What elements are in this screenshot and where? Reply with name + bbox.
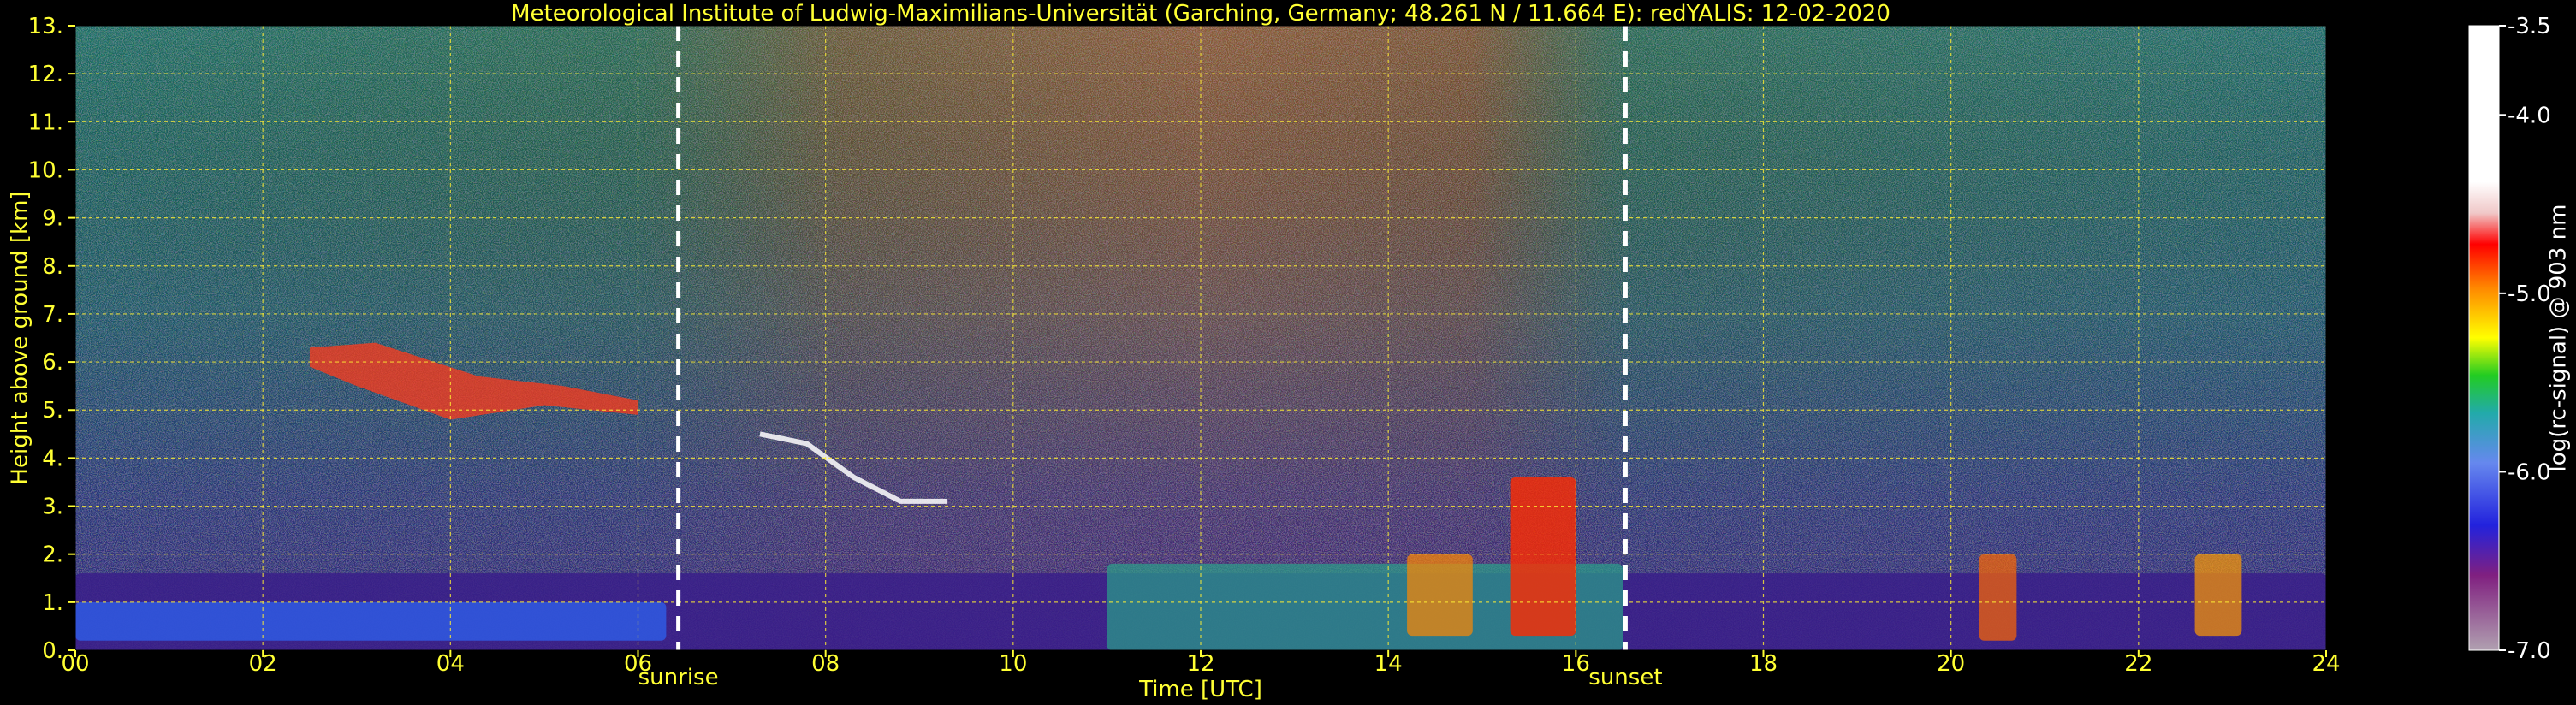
x-tick-label: 24 [2312,651,2340,677]
colorbar-tick-label: -4.0 [2508,103,2551,128]
y-tick-label: 0. [42,638,63,664]
x-tick-label: 16 [1562,651,1590,677]
x-tick-label: 14 [1374,651,1403,677]
plume-3 [1979,554,2017,641]
x-tick-label: 04 [436,651,465,677]
aerosol-layer [75,601,667,641]
plume-1 [1407,554,1473,637]
colorbar-tick-label: -6.0 [2508,459,2551,485]
x-tick-label: 08 [811,651,840,677]
x-tick-label: 00 [61,651,89,677]
chart-title: Meteorological Institute of Ludwig-Maxim… [511,1,1890,27]
y-tick-label: 5. [42,398,63,424]
y-tick-label: 10. [28,157,63,183]
y-tick-label: 2. [42,542,63,568]
y-tick-label: 4. [42,446,63,471]
x-tick-label: 18 [1749,651,1778,677]
y-tick-label: 8. [42,254,63,280]
y-tick-label: 3. [42,495,63,520]
colorbar-tick-label: -7.0 [2508,638,2551,664]
plume-4 [2194,554,2242,637]
x-tick-label: 10 [999,651,1027,677]
colorbar-scale [2468,25,2500,651]
colorbar: -3.5 -4.0 -5.0 -6.0 -7.0 log(rc-signal) @ 90… [2468,14,2572,664]
y-tick-label: 12. [28,62,63,87]
colorbar-tick-label: -5.0 [2508,281,2551,307]
x-tick-label: 20 [1937,651,1965,677]
y-tick-label: 9. [42,206,63,232]
sun-marker-label: sunset [1588,665,1662,690]
plot-area: sunrise sunset [74,25,2327,690]
x-tick-label: 02 [249,651,277,677]
lidar-quicklook-chart: sunrise sunset 0. 1. 2. 3. 4. 5. 6. 7. 8. 9. 10. 11.… [8,1,2572,702]
y-tick-label: 13. [28,14,63,39]
y-tick-label: 1. [42,590,63,616]
y-tick-label: 7. [42,302,63,328]
x-axis-title: Time [UTC] [1138,677,1262,702]
x-tick-label: 22 [2124,651,2152,677]
plume-2 [1510,477,1576,637]
y-axis: 0. 1. 2. 3. 4. 5. 6. 7. 8. 9. 10. 11. 12. 13. [28,14,75,664]
colorbar-tick-label: -3.5 [2508,14,2551,39]
colorbar-ticks: -3.5 -4.0 -5.0 -6.0 -7.0 [2499,14,2551,664]
y-tick-label: 11. [28,110,63,135]
y-axis-title: Height above ground [km] [8,191,33,484]
x-axis: 00 02 04 06 08 10 12 14 16 18 20 22 24 [61,650,2341,677]
colorbar-title: log(rc-signal) @ 903 nm [2546,204,2572,472]
y-tick-label: 6. [42,350,63,376]
x-tick-label: 12 [1186,651,1214,677]
x-tick-label: 06 [624,651,652,677]
